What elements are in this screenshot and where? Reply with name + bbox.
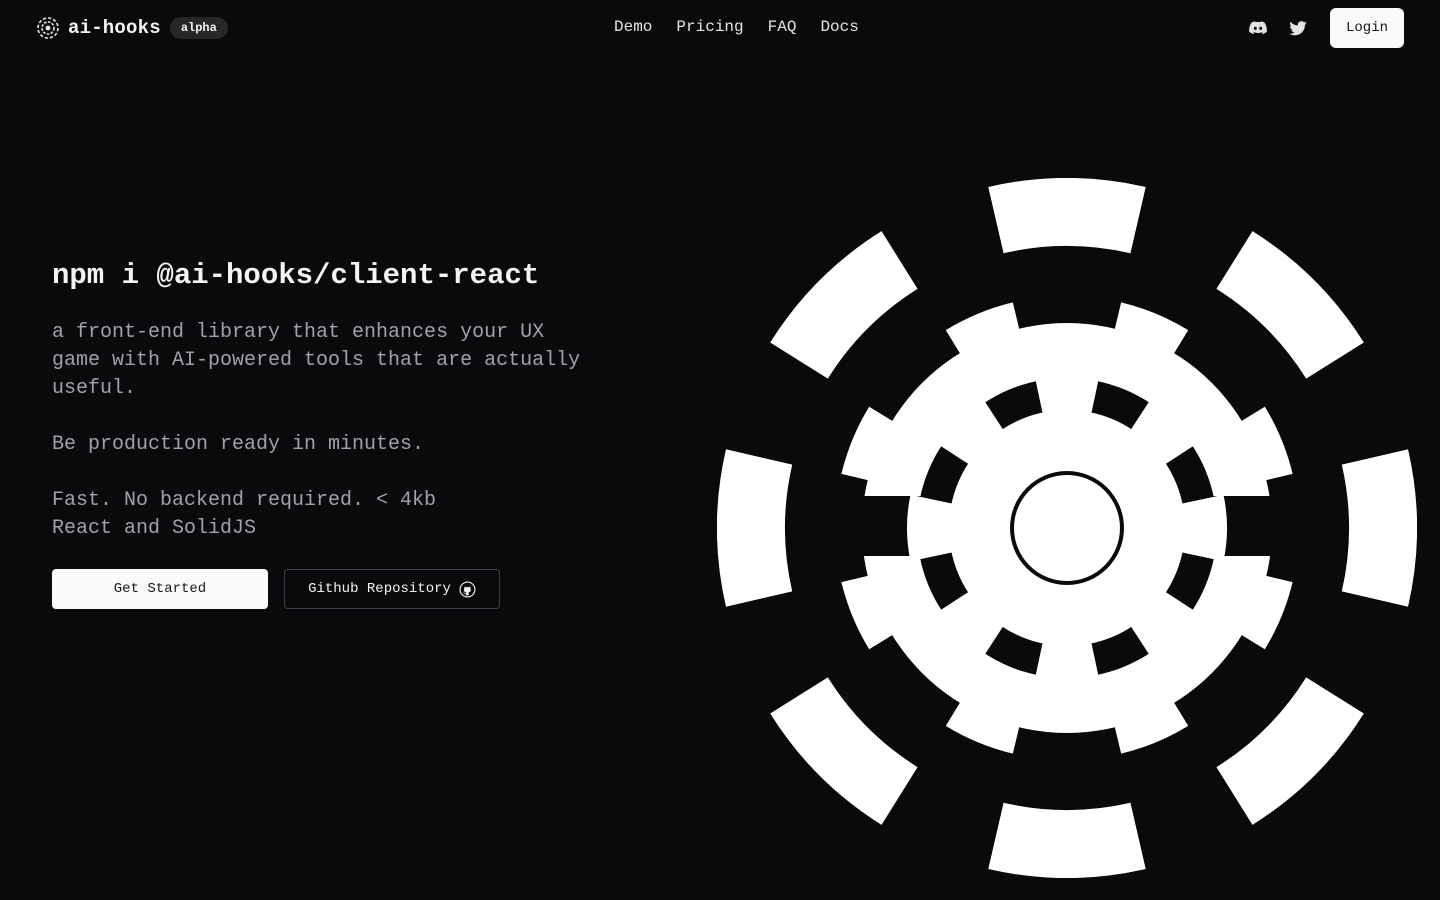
inner-gear-tooth (1033, 635, 1101, 688)
get-started-button[interactable]: Get Started (52, 569, 268, 609)
hero-description: a front-end library that enhances your U… (52, 321, 581, 400)
outer-ring-segment (1341, 449, 1417, 607)
hero-tagline: Be production ready in minutes. (52, 433, 425, 456)
discord-icon[interactable] (1248, 18, 1268, 38)
twitter-icon[interactable] (1288, 18, 1308, 38)
nav-link-docs[interactable]: Docs (820, 17, 858, 37)
hero-section: npm i @ai-hooks/client-react a front-end… (52, 256, 612, 609)
hub (1014, 475, 1120, 581)
hero-feature: Fast. No backend required. < 4kb (52, 489, 437, 512)
alpha-badge: alpha (169, 17, 228, 39)
gear-logo-icon (37, 17, 59, 39)
hero-actions: Get Started Github Repository (52, 569, 612, 609)
outer-ring-segment (770, 677, 918, 825)
github-icon (459, 580, 476, 598)
outer-ring-segment (1216, 677, 1364, 825)
outer-ring-segment (988, 802, 1146, 878)
nav-link-pricing[interactable]: Pricing (676, 17, 743, 37)
brand[interactable]: ai-hooks alpha (36, 14, 228, 42)
gear-illustration-icon (717, 178, 1417, 878)
hero-features: Fast. No backend required. < 4kb React a… (52, 487, 612, 543)
inner-gear-tooth (1033, 368, 1101, 421)
nav-link-faq[interactable]: FAQ (768, 17, 797, 37)
outer-ring-segment (988, 178, 1146, 254)
inner-gear-tooth (907, 494, 960, 562)
login-button[interactable]: Login (1330, 8, 1404, 48)
github-repository-button[interactable]: Github Repository (284, 569, 500, 609)
get-started-label: Get Started (113, 581, 207, 597)
hero-feature: React and SolidJS (52, 517, 257, 540)
outer-ring-segment (717, 449, 793, 607)
github-repository-label: Github Repository (308, 581, 451, 597)
nav-link-demo[interactable]: Demo (614, 17, 652, 37)
inner-gear-tooth (1174, 494, 1227, 562)
outer-ring-segment (770, 231, 918, 379)
nav-links: Demo Pricing FAQ Docs (614, 17, 859, 37)
brand-name: ai-hooks (68, 17, 161, 39)
hero-title: npm i @ai-hooks/client-react (52, 259, 540, 292)
outer-ring-segment (1216, 231, 1364, 379)
top-navbar: ai-hooks alpha Demo Pricing FAQ Docs Log… (0, 0, 1440, 56)
